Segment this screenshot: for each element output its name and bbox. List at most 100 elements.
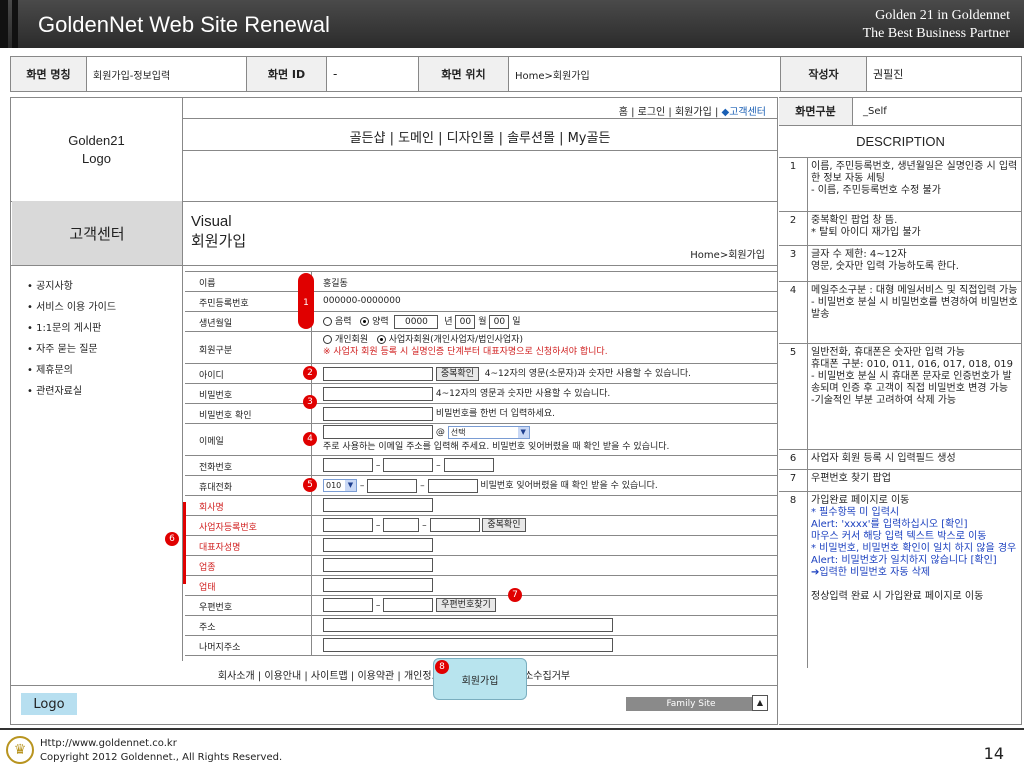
chevron-down-icon: ▼ [345, 480, 356, 491]
form-divider [185, 383, 777, 384]
header-title: GoldenNet Web Site Renewal [38, 12, 330, 37]
side-menu-item[interactable]: • 제휴문의 [27, 360, 116, 381]
side-menu: • 공지사항 • 서비스 이용 가이드 • 1:1문의 게시판 • 자주 묻는 … [27, 276, 116, 402]
month-input[interactable]: 00 [455, 314, 476, 329]
description-text-alert: * 필수항목 미 입력시 Alert: 'xxxx'를 입력하십시오 [확인] … [811, 507, 1017, 578]
screen-id-label: 화면 ID [247, 57, 327, 91]
mobile-input-3[interactable] [427, 478, 478, 493]
side-menu-item[interactable]: • 공지사항 [27, 276, 116, 297]
dash: – [375, 600, 381, 611]
phone-input-1[interactable] [323, 458, 373, 472]
dash: – [375, 520, 381, 531]
top-nav-links[interactable]: 홈 | 로그인 | 회원가입 | [619, 107, 722, 118]
description-num: 3 [789, 249, 797, 260]
email-id-input[interactable] [323, 425, 433, 439]
mobile-prefix-select[interactable]: 010 ▼ [323, 479, 357, 492]
visual-area: Visual 회원가입 [191, 212, 246, 252]
password-confirm-input[interactable] [323, 406, 433, 421]
solar-radio[interactable] [360, 317, 370, 326]
email-hint: 주로 사용하는 이메일 주소를 입력해 주세요. 비밀번호 잊어버렸을 때 확인… [323, 441, 670, 452]
mobile-hint: 비밀번호 잊어버렸을 때 확인 받을 수 있습니다. [480, 481, 658, 491]
screen-type-value: _Self [863, 106, 887, 117]
bizno-input-2[interactable] [383, 518, 420, 532]
company-input[interactable] [323, 498, 433, 512]
month-unit: 월 [478, 317, 487, 327]
annotation-marker-1: 1 [303, 298, 309, 308]
footer-url: Http://www.goldennet.co.kr [40, 738, 177, 749]
category-label: 업태 [199, 583, 216, 593]
description-title: DESCRIPTION [856, 134, 945, 149]
description-text: 사업자 회원 등록 시 입력필드 생성 [811, 453, 956, 464]
author-label: 작성자 [781, 57, 867, 91]
bizno-input-1[interactable] [323, 518, 373, 532]
name-value: 홍길동 [323, 279, 348, 289]
category-input[interactable] [323, 578, 433, 592]
id-label: 아이디 [199, 371, 224, 381]
day-input[interactable]: 00 [489, 314, 510, 329]
annotation-marker-2: 2 [303, 366, 317, 380]
email-fields: @ 선택 ▼ 주로 사용하는 이메일 주소를 입력해 주세요. 비밀번호 잊어버렸… [323, 425, 669, 454]
side-menu-item[interactable]: • 관련자료실 [27, 381, 116, 402]
footer-logo[interactable]: Logo [21, 693, 77, 715]
annotation-marker-7: 7 [508, 588, 522, 602]
id-fields: 중복확인 4~12자의 영문(소문자)과 숫자만 사용할 수 있습니다. [323, 366, 691, 381]
main-nav[interactable]: 골든샵 | 도메인 | 디자인몰 | 솔루션몰 | My골든 [182, 120, 778, 150]
location-value: Home>회원가입 [509, 57, 781, 91]
family-site-select[interactable]: Family Site [626, 697, 756, 711]
family-site-toggle-icon[interactable]: ▲ [752, 695, 768, 711]
year-input[interactable]: 0000 [394, 314, 439, 329]
lunar-radio[interactable] [323, 317, 332, 326]
description-header: DESCRIPTION [779, 126, 1022, 158]
business-radio[interactable] [376, 335, 386, 344]
site-logo[interactable]: Golden21 Logo [11, 98, 182, 201]
personal-radio[interactable] [323, 335, 332, 344]
zip-input-1[interactable] [323, 598, 373, 612]
name-label: 이름 [199, 279, 216, 289]
ceo-input[interactable] [323, 538, 433, 552]
side-menu-item[interactable]: • 1:1문의 게시판 [27, 318, 116, 339]
password-input[interactable] [323, 386, 433, 401]
description-num: 8 [789, 495, 797, 506]
footer-links[interactable]: 회사소개 | 이용안내 | 사이트맵 | 이용약관 | 개인정보취급방침 | 이… [11, 661, 777, 685]
header-strip [12, 0, 18, 48]
password-confirm-label: 비밀번호 확인 [199, 411, 252, 421]
phone-input-3[interactable] [443, 458, 494, 472]
description-num: 2 [789, 215, 797, 226]
id-dup-check-button[interactable]: 중복확인 [435, 366, 479, 381]
divider [182, 118, 778, 119]
ceo-label: 대표자성명 [199, 543, 241, 553]
top-nav-customer-center[interactable]: ◆고객센터 [722, 107, 767, 118]
address-input[interactable] [323, 618, 613, 632]
password-confirm-fields: 비밀번호를 한번 더 입력하세요. [323, 406, 555, 421]
description-item: 5 일반전화, 휴대폰은 숫자만 입력 가능 휴대폰 구분: 010, 011,… [779, 344, 1022, 450]
year-unit: 년 [444, 317, 453, 327]
side-menu-item[interactable]: • 자주 묻는 질문 [27, 339, 116, 360]
annotation-bracket [183, 502, 186, 584]
industry-input[interactable] [323, 558, 433, 572]
password-label: 비밀번호 [199, 391, 233, 401]
mobile-prefix-value: 010 [326, 481, 342, 490]
zip-search-button[interactable]: 우편번호찾기 [436, 598, 496, 612]
email-domain-select[interactable]: 선택 ▼ [447, 425, 530, 439]
mobile-input-2[interactable] [367, 478, 418, 493]
address-detail-input[interactable] [323, 638, 613, 652]
industry-fields [323, 558, 433, 572]
address-detail-fields [323, 638, 613, 652]
bizno-input-3[interactable] [429, 518, 480, 532]
annotation-marker-6: 6 [165, 532, 179, 546]
bizno-dup-check-button[interactable]: 중복확인 [482, 518, 526, 532]
form-divider [185, 655, 777, 656]
description-text: 중복확인 팝업 창 뜸. * 탈퇴 아이디 재가입 불가 [811, 215, 921, 238]
zip-input-2[interactable] [383, 598, 434, 612]
id-hint: 4~12자의 영문(소문자)과 숫자만 사용할 수 있습니다. [484, 369, 691, 379]
member-type-fields: 개인회원 사업자회원(개인사업자/법인사업자) ※ 사업자 회원 등록 시 실명… [323, 334, 608, 358]
description-text: 글자 수 제한: 4~12자 영문, 숫자만 입력 가능하도록 한다. [811, 249, 959, 272]
description-num: 1 [789, 161, 797, 172]
form-divider [185, 291, 777, 292]
phone-fields: – – [323, 458, 494, 472]
phone-input-2[interactable] [383, 458, 434, 472]
description-text: 일반전화, 휴대폰은 숫자만 입력 가능 휴대폰 구분: 010, 011, 0… [811, 347, 1014, 406]
business-label: 사업자회원(개인사업자/법인사업자) [388, 335, 523, 345]
side-menu-item[interactable]: • 서비스 이용 가이드 [27, 297, 116, 318]
id-input[interactable] [323, 366, 433, 381]
